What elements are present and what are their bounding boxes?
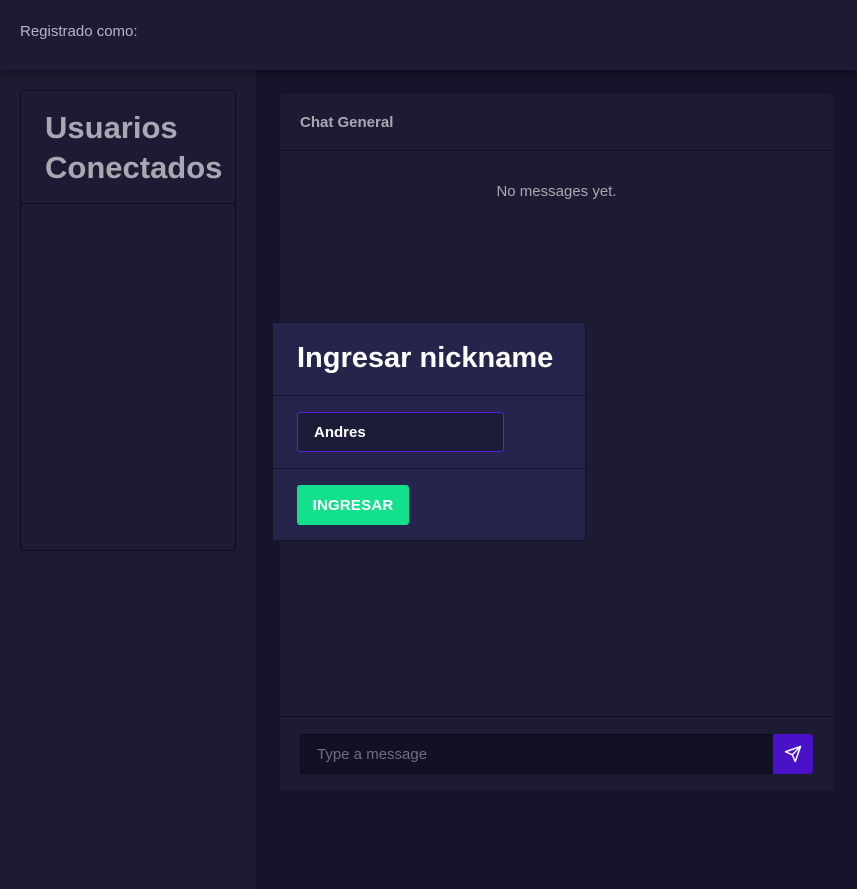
chat-footer: [280, 716, 833, 791]
send-button[interactable]: [773, 734, 813, 774]
modal-footer: INGRESAR: [273, 469, 585, 541]
chat-title: Chat General: [300, 114, 394, 131]
modal-body: [273, 396, 585, 469]
top-bar: Registrado como:: [0, 0, 857, 70]
empty-messages-text: No messages yet.: [496, 183, 617, 200]
message-input[interactable]: [300, 734, 774, 774]
connected-users-title: Usuarios Conectados: [21, 91, 235, 204]
connected-users-panel: Usuarios Conectados: [20, 90, 236, 551]
sidebar: Usuarios Conectados: [0, 70, 256, 889]
modal-header: Ingresar nickname: [273, 323, 585, 396]
send-icon: [784, 745, 802, 763]
chat-header: Chat General: [280, 94, 833, 151]
modal-title: Ingresar nickname: [297, 342, 554, 374]
ingresar-button[interactable]: INGRESAR: [297, 485, 409, 525]
registered-as-label: Registrado como:: [20, 23, 138, 40]
nickname-input[interactable]: [297, 412, 504, 452]
nickname-modal: Ingresar nickname INGRESAR: [272, 322, 586, 541]
